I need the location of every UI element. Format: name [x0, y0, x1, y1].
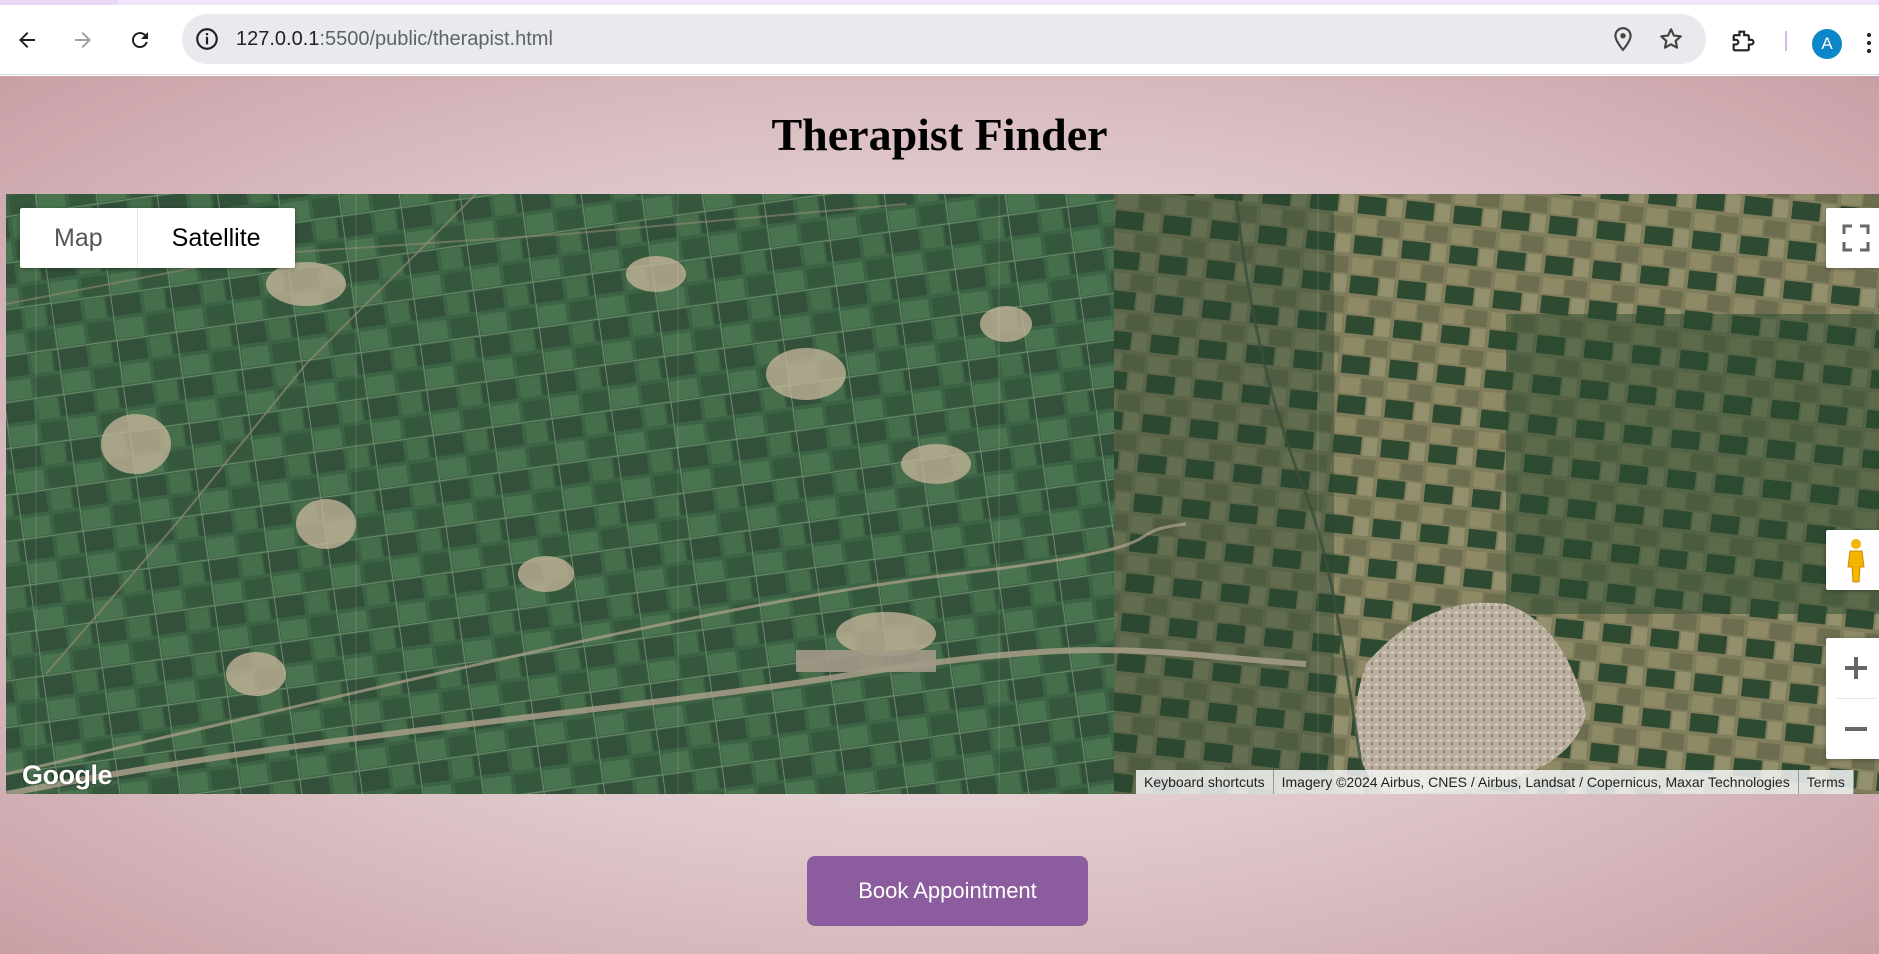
toolbar-divider — [1785, 31, 1787, 51]
google-logo[interactable]: Google — [22, 760, 113, 791]
map-attribution: Keyboard shortcuts Imagery ©2024 Airbus,… — [1136, 770, 1854, 794]
bookmark-star-icon[interactable] — [1658, 26, 1684, 52]
imagery-credit: Imagery ©2024 Airbus, CNES / Airbus, Lan… — [1274, 770, 1799, 794]
zoom-in-button[interactable] — [1826, 638, 1879, 698]
zoom-out-button[interactable] — [1826, 699, 1879, 759]
arrow-right-icon — [75, 32, 91, 48]
reload-button[interactable] — [122, 22, 158, 58]
site-info-icon[interactable] — [194, 26, 220, 52]
url-text[interactable]: 127.0.0.1:5500/public/therapist.html — [236, 28, 553, 51]
extensions-icon[interactable] — [1729, 27, 1757, 55]
map-type-satellite-button[interactable]: Satellite — [138, 208, 295, 268]
location-icon[interactable] — [1610, 26, 1636, 52]
profile-avatar[interactable]: A — [1812, 29, 1842, 59]
page-title: Therapist Finder — [771, 109, 1108, 160]
street-view-button[interactable] — [1826, 530, 1879, 590]
zoom-control — [1826, 638, 1879, 759]
browser-toolbar: 127.0.0.1:5500/public/therapist.html A — [0, 5, 1879, 75]
satellite-imagery[interactable] — [6, 194, 1879, 794]
fullscreen-button[interactable] — [1826, 208, 1879, 268]
address-bar[interactable]: 127.0.0.1:5500/public/therapist.html — [182, 14, 1706, 64]
plus-icon — [1845, 657, 1867, 679]
back-button[interactable] — [9, 22, 45, 58]
keyboard-shortcuts-link[interactable]: Keyboard shortcuts — [1136, 770, 1274, 794]
arrow-left-icon — [19, 32, 35, 48]
terms-link[interactable]: Terms — [1799, 770, 1854, 794]
page-body: Therapist Finder Map Satellite Google Ke… — [0, 76, 1879, 954]
book-appointment-button[interactable]: Book Appointment — [807, 856, 1088, 926]
fullscreen-icon — [1842, 224, 1870, 252]
minus-icon — [1845, 727, 1867, 731]
pegman-icon — [1847, 539, 1865, 583]
map-type-control: Map Satellite — [20, 208, 295, 268]
menu-dots-icon[interactable] — [1866, 31, 1872, 55]
forward-button[interactable] — [65, 22, 101, 58]
satellite-map[interactable]: Map Satellite Google Keyboard shortcuts … — [6, 194, 1879, 794]
map-type-map-button[interactable]: Map — [20, 208, 138, 268]
reload-icon — [131, 32, 148, 49]
